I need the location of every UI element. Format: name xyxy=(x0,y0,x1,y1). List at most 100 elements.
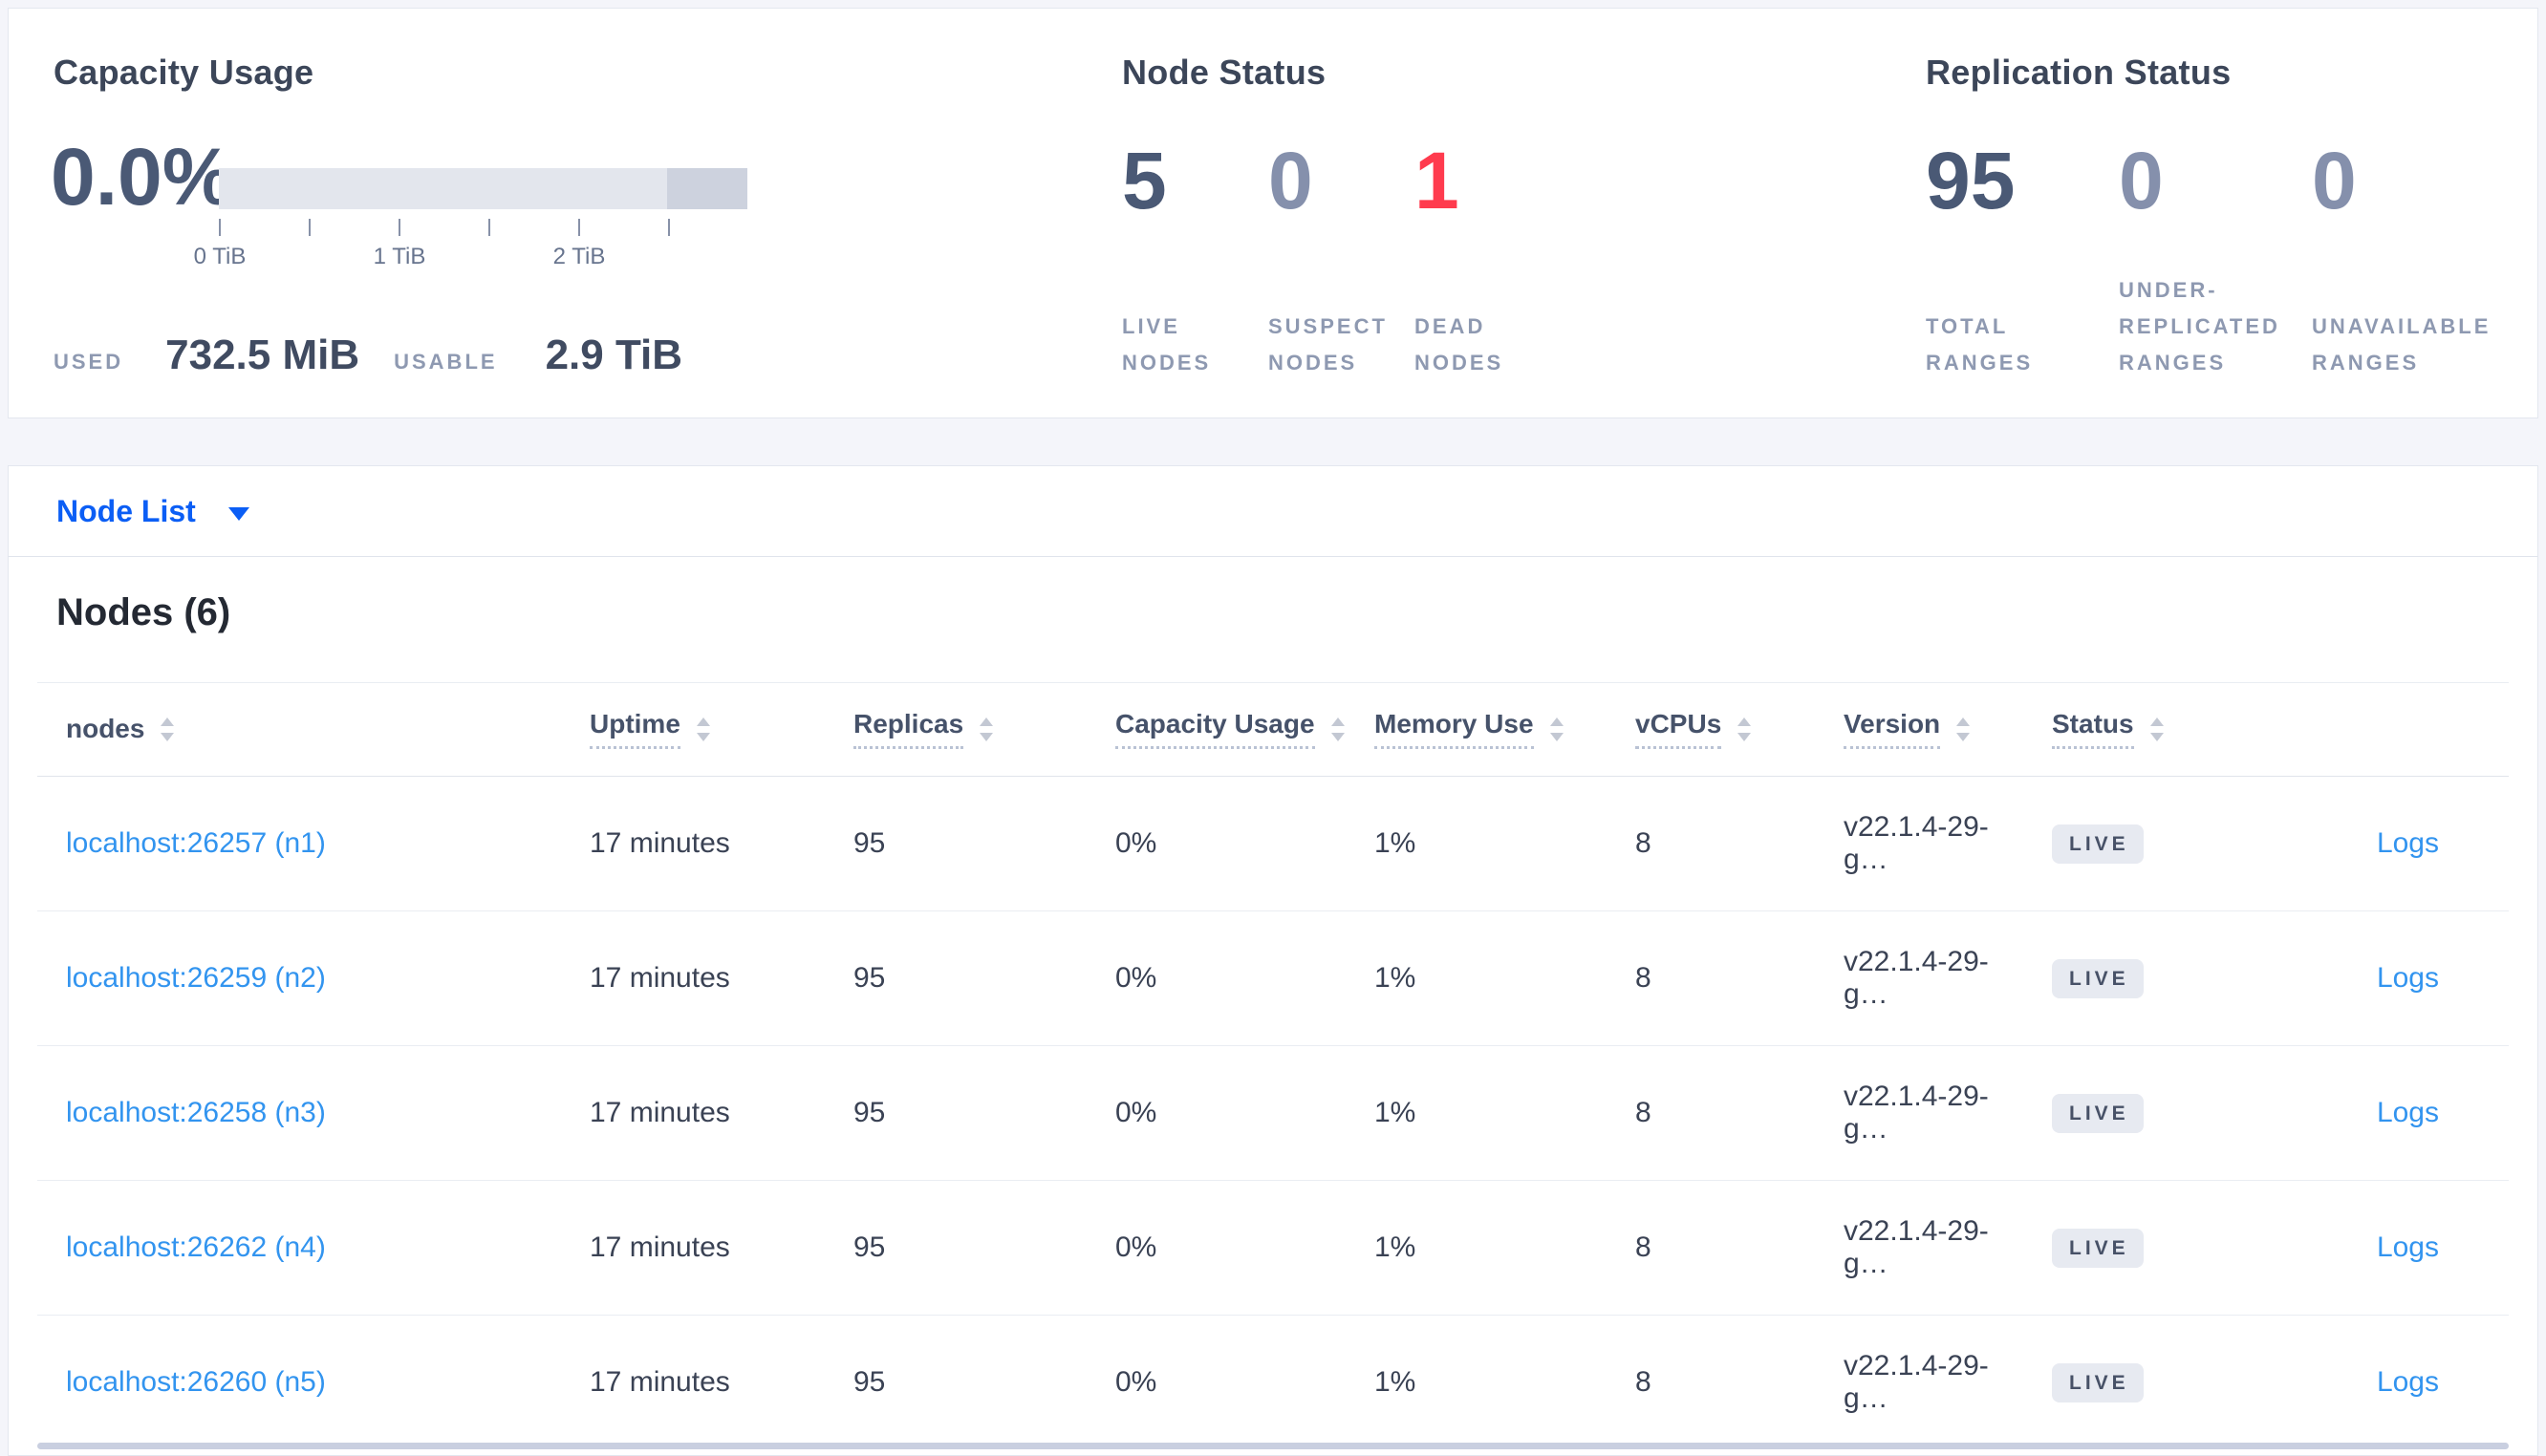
usable-label: USABLE xyxy=(394,350,498,374)
sort-icon[interactable] xyxy=(696,717,711,742)
vcpus-cell: 8 xyxy=(1635,1097,1651,1128)
logs-link[interactable]: Logs xyxy=(2377,1366,2439,1398)
status-metric: 0 UNDER-REPLICATED RANGES xyxy=(2119,140,2312,381)
uptime-cell: 17 minutes xyxy=(590,962,730,994)
column-header[interactable]: nodes xyxy=(37,714,561,744)
replicas-cell: 95 xyxy=(853,962,886,994)
logs-link[interactable]: Logs xyxy=(2377,1231,2439,1263)
used-value: 732.5 MiB xyxy=(165,332,360,378)
vcpus-cell: 8 xyxy=(1635,1231,1651,1263)
node-list-dropdown-label: Node List xyxy=(56,493,196,528)
sort-icon[interactable] xyxy=(1955,717,1971,742)
capacity-used-percent: 0.0% xyxy=(51,132,234,222)
vcpus-cell: 8 xyxy=(1635,1366,1651,1398)
node-table-body: localhost:26257 (n1) 17 minutes 95 0% 1%… xyxy=(37,777,2509,1449)
column-header[interactable]: Version xyxy=(1815,709,2023,749)
used-label: USED xyxy=(54,350,124,374)
chevron-down-icon xyxy=(227,506,249,521)
axis-tick xyxy=(219,219,221,236)
sort-icon[interactable] xyxy=(160,717,175,742)
sort-icon[interactable] xyxy=(979,717,994,742)
sort-icon[interactable] xyxy=(2149,717,2165,742)
axis-tick xyxy=(309,219,311,236)
column-header[interactable]: Replicas xyxy=(825,709,1087,749)
column-header[interactable]: Uptime xyxy=(561,709,825,749)
status-metric-label: LIVE NODES xyxy=(1122,314,1212,375)
column-header-label: Memory Use xyxy=(1374,709,1534,749)
capacity-stats: USED 732.5 MiB USABLE 2.9 TiB xyxy=(54,332,682,379)
capacity-usage-title: Capacity Usage xyxy=(54,53,314,92)
capacity-bar-reserved-segment xyxy=(667,168,747,209)
memory-use-cell: 1% xyxy=(1374,962,1416,994)
version-cell: v22.1.4-29-g… xyxy=(1844,946,1989,1010)
version-cell: v22.1.4-29-g… xyxy=(1844,811,1989,875)
replication-status-metrics: 95 TOTAL RANGES 0 UNDER-REPLICATED RANGE… xyxy=(1926,140,2505,381)
column-header-label: Capacity Usage xyxy=(1115,709,1315,749)
status-badge: LIVE xyxy=(2052,958,2144,998)
status-metric-label: DEAD NODES xyxy=(1414,314,1504,375)
version-cell: v22.1.4-29-g… xyxy=(1844,1350,1989,1414)
column-header-label: Status xyxy=(2052,709,2134,749)
status-metric-value: 0 xyxy=(1268,136,1313,225)
usable-value: 2.9 TiB xyxy=(545,332,683,378)
status-metric: 5 LIVE NODES xyxy=(1122,140,1268,381)
node-table-row: localhost:26262 (n4) 17 minutes 95 0% 1%… xyxy=(37,1181,2509,1316)
column-header-label: nodes xyxy=(66,714,145,743)
status-metric: 0 UNAVAILABLE RANGES xyxy=(2312,140,2505,381)
node-link[interactable]: localhost:26262 (n4) xyxy=(66,1231,326,1263)
node-status-metrics: 5 LIVE NODES 0 SUSPECT NODES 1 DEAD NODE… xyxy=(1122,140,1561,381)
axis-tick xyxy=(578,219,580,236)
node-link[interactable]: localhost:26260 (n5) xyxy=(66,1366,326,1398)
sort-icon[interactable] xyxy=(1737,717,1752,742)
axis-tick-label: 0 TiB xyxy=(193,244,247,269)
column-header[interactable]: Status xyxy=(2023,709,2243,749)
node-list-dropdown[interactable]: Node List xyxy=(56,494,249,529)
status-metric-label: UNAVAILABLE RANGES xyxy=(2312,314,2492,375)
uptime-cell: 17 minutes xyxy=(590,1231,730,1263)
capacity-usage-cell: 0% xyxy=(1115,827,1157,859)
status-metric-label: TOTAL RANGES xyxy=(1926,314,2034,375)
axis-tick-label: 2 TiB xyxy=(552,244,606,269)
cluster-summary-panel: Capacity Usage 0.0% 0 TiB 1 TiB 2 TiB US… xyxy=(8,8,2538,418)
node-link[interactable]: localhost:26259 (n2) xyxy=(66,962,326,994)
replicas-cell: 95 xyxy=(853,1097,886,1128)
status-metric-value: 0 xyxy=(2312,136,2357,225)
replication-status-title: Replication Status xyxy=(1926,53,2232,92)
status-metric: 95 TOTAL RANGES xyxy=(1926,140,2119,381)
node-table: nodes Uptime Replicas Capacity Usage Mem… xyxy=(37,682,2509,1449)
sort-icon[interactable] xyxy=(1330,717,1346,742)
vcpus-cell: 8 xyxy=(1635,962,1651,994)
axis-tick xyxy=(399,219,400,236)
column-header-label: vCPUs xyxy=(1635,709,1722,749)
logs-link[interactable]: Logs xyxy=(2377,1097,2439,1128)
axis-tick xyxy=(668,219,670,236)
uptime-cell: 17 minutes xyxy=(590,1366,730,1398)
node-table-header-row: nodes Uptime Replicas Capacity Usage Mem… xyxy=(37,682,2509,777)
capacity-usage-cell: 0% xyxy=(1115,1097,1157,1128)
axis-tick-label: 1 TiB xyxy=(373,244,426,269)
vcpus-cell: 8 xyxy=(1635,827,1651,859)
horizontal-scrollbar[interactable] xyxy=(37,1443,2509,1449)
node-table-row: localhost:26257 (n1) 17 minutes 95 0% 1%… xyxy=(37,777,2509,911)
status-metric: 0 SUSPECT NODES xyxy=(1268,140,1414,381)
column-header[interactable]: vCPUs xyxy=(1607,709,1815,749)
status-badge: LIVE xyxy=(2052,1362,2144,1402)
node-link[interactable]: localhost:26257 (n1) xyxy=(66,827,326,859)
column-header[interactable]: Capacity Usage xyxy=(1087,709,1346,749)
nodes-heading: Nodes (6) xyxy=(56,591,231,633)
status-metric-value: 5 xyxy=(1122,136,1167,225)
capacity-usage-cell: 0% xyxy=(1115,1366,1157,1398)
replicas-cell: 95 xyxy=(853,1366,886,1398)
axis-tick xyxy=(488,219,490,236)
sort-icon[interactable] xyxy=(1549,717,1564,742)
node-link[interactable]: localhost:26258 (n3) xyxy=(66,1097,326,1128)
logs-link[interactable]: Logs xyxy=(2377,962,2439,994)
status-badge: LIVE xyxy=(2052,824,2144,864)
uptime-cell: 17 minutes xyxy=(590,827,730,859)
status-metric-value: 1 xyxy=(1414,136,1459,225)
logs-link[interactable]: Logs xyxy=(2377,827,2439,859)
node-table-row: localhost:26258 (n3) 17 minutes 95 0% 1%… xyxy=(37,1046,2509,1181)
column-header[interactable]: Memory Use xyxy=(1346,709,1607,749)
memory-use-cell: 1% xyxy=(1374,1366,1416,1398)
uptime-cell: 17 minutes xyxy=(590,1097,730,1128)
